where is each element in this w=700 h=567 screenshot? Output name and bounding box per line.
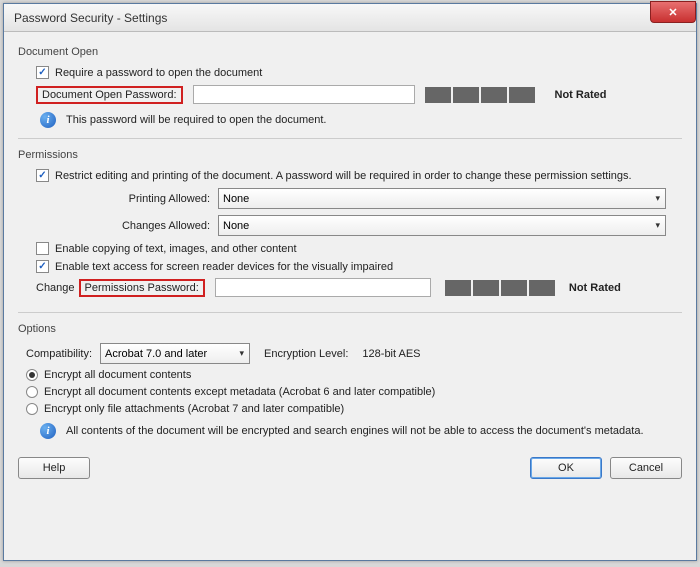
radio-encrypt-attachments[interactable] [26,403,38,415]
info-text-open: This password will be required to open t… [66,114,326,126]
strength-meter-permissions [445,280,555,296]
checkbox-enable-copying[interactable] [36,242,49,255]
radio-encrypt-except-metadata[interactable] [26,386,38,398]
label-printing-allowed: Printing Allowed: [18,193,210,205]
dialog-footer: Help OK Cancel [4,449,696,489]
info-row-options: i All contents of the document will be e… [40,423,682,439]
close-icon: ✕ [668,6,677,19]
strength-bar [425,87,451,103]
radio-encrypt-all[interactable] [26,369,38,381]
highlight-permissions-password-label: Permissions Password: [79,279,205,297]
row-changes-allowed: Changes Allowed: None [18,215,682,236]
section-title-permissions: Permissions [18,145,682,161]
cancel-button[interactable]: Cancel [610,457,682,479]
label-changes-allowed: Changes Allowed: [18,220,210,232]
dropdown-printing-allowed[interactable]: None [218,188,666,209]
section-permissions: Permissions Restrict editing and printin… [18,145,682,313]
info-text-options: All contents of the document will be enc… [66,425,644,437]
info-icon: i [40,112,56,128]
row-permissions-password: Change Permissions Password: Not Rated [36,278,682,297]
ok-button[interactable]: OK [530,457,602,479]
label-require-open-password: Require a password to open the document [55,67,262,79]
strength-bar [453,87,479,103]
label-open-password: Document Open Password: [42,89,177,101]
row-require-password: Require a password to open the document [36,66,682,79]
input-permissions-password[interactable] [215,278,431,297]
label-enable-screen-reader: Enable text access for screen reader dev… [55,261,393,273]
section-title-options: Options [18,319,682,335]
label-compatibility: Compatibility: [26,348,92,360]
row-encrypt-all: Encrypt all document contents [26,369,682,381]
strength-bar [481,87,507,103]
strength-bar [501,280,527,296]
info-row-open: i This password will be required to open… [40,112,682,128]
dialog-content: Document Open Require a password to open… [4,32,696,449]
checkbox-restrict-editing[interactable] [36,169,49,182]
checkbox-enable-screen-reader[interactable] [36,260,49,273]
label-encrypt-attachments: Encrypt only file attachments (Acrobat 7… [44,403,344,415]
help-button[interactable]: Help [18,457,90,479]
label-open-password-rating: Not Rated [555,89,607,101]
strength-bar [445,280,471,296]
label-permissions-password-rating: Not Rated [569,282,621,294]
checkbox-require-open-password[interactable] [36,66,49,79]
row-restrict: Restrict editing and printing of the doc… [36,169,682,182]
dropdown-changes-allowed[interactable]: None [218,215,666,236]
strength-bar [509,87,535,103]
row-open-password: Document Open Password: Not Rated [36,85,682,104]
dropdown-changes-value: None [223,220,249,232]
row-printing-allowed: Printing Allowed: None [18,188,682,209]
password-security-window: Password Security - Settings ✕ Document … [3,3,697,561]
label-enable-copying: Enable copying of text, images, and othe… [55,243,297,255]
strength-meter-open [425,87,535,103]
ok-button-label: OK [558,462,574,474]
label-change-prefix: Change [36,282,75,294]
section-options: Options Compatibility: Acrobat 7.0 and l… [18,319,682,439]
row-compatibility: Compatibility: Acrobat 7.0 and later Enc… [26,343,682,364]
titlebar: Password Security - Settings ✕ [4,4,696,32]
help-button-label: Help [43,462,66,474]
row-enable-copying: Enable copying of text, images, and othe… [36,242,682,255]
close-button[interactable]: ✕ [650,1,696,23]
dropdown-compatibility[interactable]: Acrobat 7.0 and later [100,343,250,364]
label-permissions-password: Permissions Password: [85,282,199,294]
input-open-password[interactable] [193,85,415,104]
info-icon: i [40,423,56,439]
section-document-open: Document Open Require a password to open… [18,42,682,139]
highlight-open-password-label: Document Open Password: [36,86,183,104]
value-encryption-level: 128-bit AES [362,348,420,360]
label-encryption-level: Encryption Level: [264,348,348,360]
row-encrypt-except-metadata: Encrypt all document contents except met… [26,386,682,398]
row-enable-screen-reader: Enable text access for screen reader dev… [36,260,682,273]
label-encrypt-all: Encrypt all document contents [44,369,191,381]
section-title-document-open: Document Open [18,42,682,58]
strength-bar [473,280,499,296]
window-title: Password Security - Settings [14,11,167,25]
row-encrypt-attachments: Encrypt only file attachments (Acrobat 7… [26,403,682,415]
label-encrypt-except-metadata: Encrypt all document contents except met… [44,386,435,398]
dropdown-printing-value: None [223,193,249,205]
dropdown-compatibility-value: Acrobat 7.0 and later [105,348,207,360]
label-restrict-editing: Restrict editing and printing of the doc… [55,170,632,182]
cancel-button-label: Cancel [629,462,663,474]
strength-bar [529,280,555,296]
